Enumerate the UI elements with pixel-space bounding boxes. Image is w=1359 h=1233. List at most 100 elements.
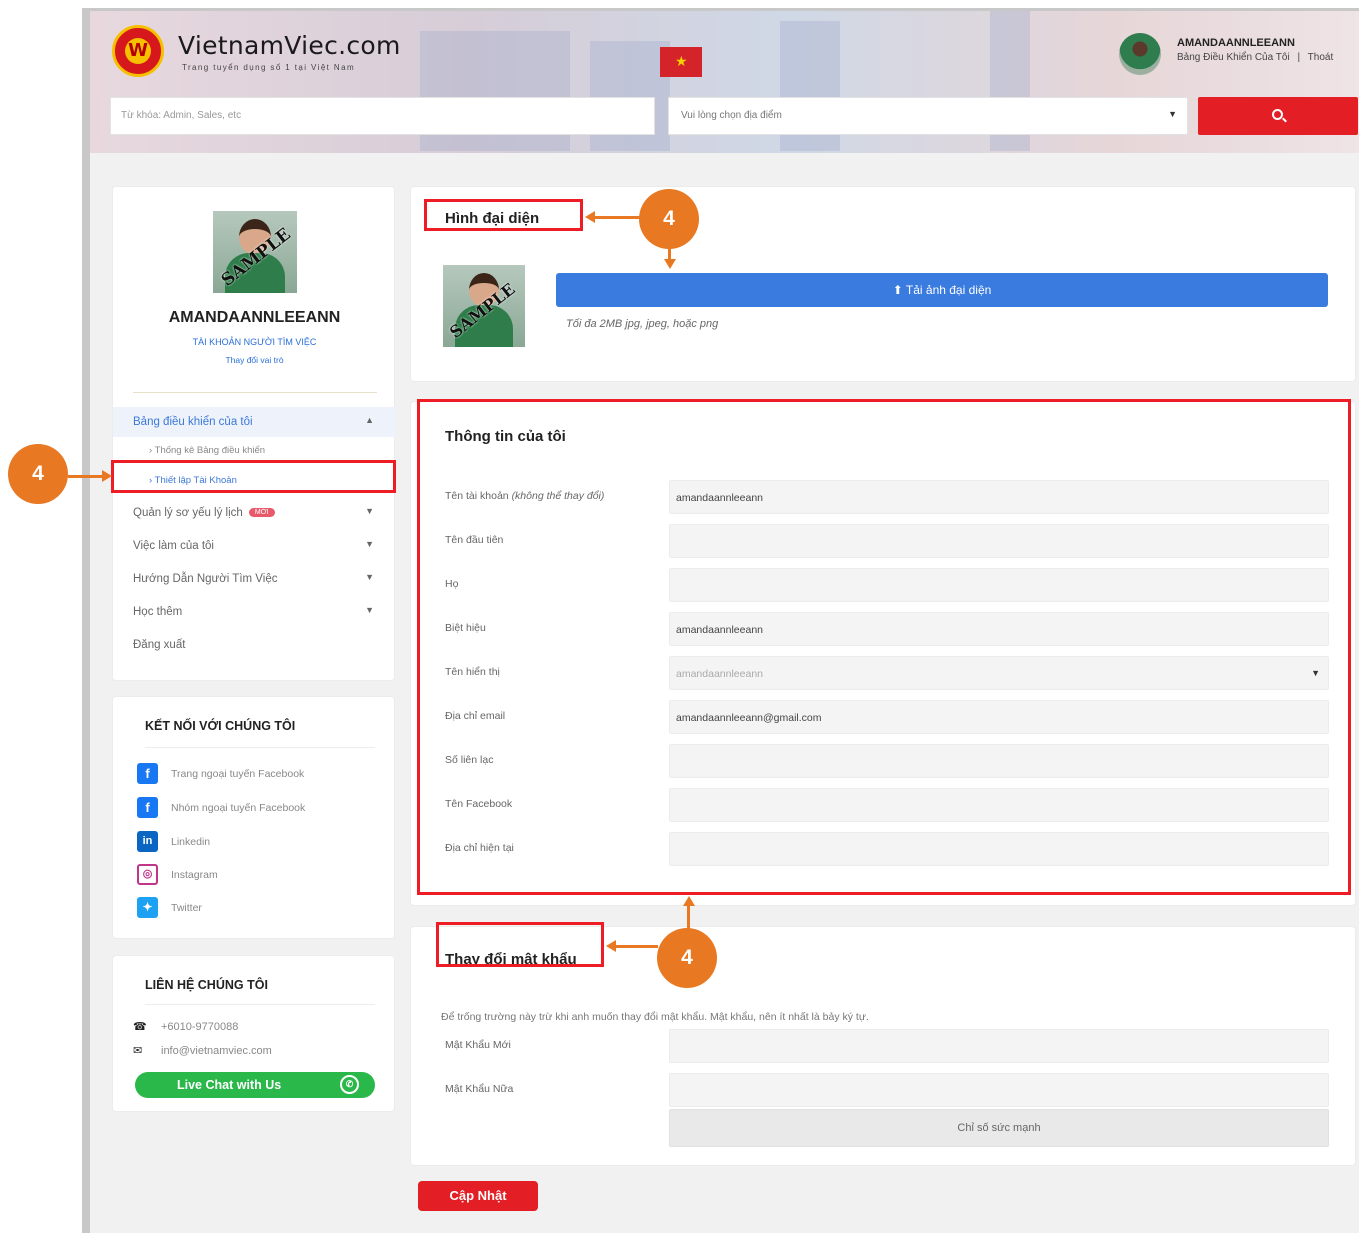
contact-email: ✉ info@vietnamviec.com (133, 1044, 272, 1057)
twitter-icon: ✦ (137, 897, 158, 918)
upload-avatar-button[interactable]: ⬆ Tải ảnh đại diện (556, 273, 1328, 307)
highlight-avatar-title (424, 199, 583, 231)
highlight-account-settings (111, 460, 396, 493)
sidebar-subitem-dashboard-stats[interactable]: › Thống kê Bảng điều khiển (149, 445, 265, 456)
social-link-label: Twitter (171, 902, 202, 914)
repeat-password-label: Mật Khẩu Nữa (445, 1083, 514, 1095)
chevron-down-icon: ▼ (365, 539, 374, 549)
sidebar-item-learn-more[interactable]: Học thêm ▼ (113, 597, 396, 627)
highlight-password-title (436, 922, 604, 967)
location-select[interactable]: Vui lòng chọn địa điểm ▼ (668, 97, 1188, 135)
social-link-instagram[interactable]: ◎ Instagram (137, 864, 387, 888)
social-link-label: Instagram (171, 869, 218, 881)
arrow-line (595, 216, 640, 219)
facebook-icon: f (137, 763, 158, 784)
site-header: ★ W VietnamViec.com Trang tuyển dụng số … (90, 11, 1359, 153)
profile-avatar: SAMPLE (213, 211, 297, 293)
vietnam-flag-icon: ★ (660, 47, 702, 77)
linkedin-icon: in (137, 831, 158, 852)
social-link-linkedin[interactable]: in Linkedin (137, 831, 387, 855)
update-button[interactable]: Cập Nhật (418, 1181, 538, 1211)
logo-emblem-icon: W (112, 25, 164, 77)
divider (133, 392, 377, 393)
arrow-head-right-icon (102, 470, 112, 482)
site-logo[interactable]: W VietnamViec.com Trang tuyển dụng số 1 … (112, 25, 412, 85)
highlight-my-info (417, 399, 1351, 895)
caret-down-icon: ▼ (1168, 109, 1177, 119)
sidebar-item-label: Hướng Dẫn Người Tìm Việc (133, 573, 278, 585)
account-type: TÀI KHOẢN NGƯỜI TÌM VIỆC (192, 337, 317, 347)
social-link-twitter[interactable]: ✦ Twitter (137, 897, 387, 921)
search-button[interactable] (1198, 97, 1358, 135)
live-chat-label: Live Chat with Us (177, 1078, 282, 1092)
sidebar-item-label: Quản lý sơ yếu lý lịch (133, 507, 243, 519)
password-strength-indicator: Chỉ số sức mạnh (669, 1109, 1329, 1147)
user-menu: AMANDAANNLEEANN Bảng Điều Khiển Của Tôi … (1119, 33, 1349, 79)
user-name: AMANDAANNLEEANN (1177, 37, 1295, 49)
sidebar-item-label: Bảng điều khiển của tôi (133, 416, 253, 428)
whatsapp-icon: ✆ (340, 1075, 359, 1094)
avatar[interactable] (1119, 33, 1161, 75)
new-badge: MỚI (248, 508, 275, 518)
social-link-facebook-group[interactable]: f Nhóm ngoại tuyến Facebook (137, 797, 387, 821)
repeat-password-field[interactable] (669, 1073, 1329, 1107)
profile-card: SAMPLE AMANDAANNLEEANN TÀI KHOẢN NGƯỜI T… (112, 186, 396, 681)
logout-link[interactable]: Thoát (1308, 52, 1334, 63)
avatar-preview: SAMPLE (443, 265, 525, 347)
social-link-label: Trang ngoại tuyến Facebook (171, 768, 305, 780)
location-select-placeholder: Vui lòng chọn địa điểm (681, 110, 782, 121)
callout-badge: 4 (639, 189, 699, 249)
upload-hint: Tối đa 2MB jpg, jpeg, hoặc png (566, 318, 719, 330)
sidebar-item-label: Học thêm (133, 606, 183, 618)
arrow-head-left-icon (585, 211, 595, 223)
divider (145, 747, 375, 748)
contact-phone: ☎ +6010-9770088 (133, 1020, 238, 1033)
arrow-line (616, 945, 658, 948)
callout-badge: 4 (657, 928, 717, 988)
connect-card: KẾT NỐI VỚI CHÚNG TÔI f Trang ngoại tuyế… (112, 696, 395, 939)
sidebar-item-resume[interactable]: Quản lý sơ yếu lý lịch MỚI ▼ (113, 498, 396, 528)
connect-title: KẾT NỐI VỚI CHÚNG TÔI (145, 719, 296, 733)
profile-name: AMANDAANNLEEANN (168, 309, 341, 326)
callout-badge: 4 (8, 444, 68, 504)
social-link-label: Linkedin (171, 836, 211, 848)
sidebar-item-dashboard[interactable]: Bảng điều khiển của tôi ▲ (113, 407, 396, 437)
arrow-head-left-icon (606, 940, 616, 952)
arrow-head-up-icon (683, 896, 695, 906)
live-chat-button[interactable]: Live Chat with Us ✆ (135, 1072, 375, 1098)
phone-number: +6010-9770088 (161, 1021, 239, 1033)
new-password-field[interactable] (669, 1029, 1329, 1063)
upload-icon: ⬆ (892, 283, 903, 297)
logo-name: VietnamViec.com (178, 31, 401, 60)
sidebar-item-label: Đăng xuất (133, 639, 186, 651)
upload-avatar-label: Tải ảnh đại diện (905, 283, 992, 297)
mail-icon: ✉ (133, 1045, 143, 1057)
contact-card: LIÊN HỆ CHÚNG TÔI ☎ +6010-9770088 ✉ info@v… (112, 955, 395, 1112)
keyword-search-input[interactable]: Từ khóa: Admin, Sales, etc (110, 97, 655, 135)
contact-title: LIÊN HỆ CHÚNG TÔI (145, 978, 268, 992)
chevron-down-icon: ▼ (365, 506, 374, 516)
sidebar-item-label: Việc làm của tôi (133, 540, 214, 552)
chevron-down-icon: ▼ (365, 605, 374, 615)
chevron-up-icon: ▲ (365, 415, 374, 425)
new-password-label: Mật Khẩu Mới (445, 1039, 511, 1051)
sidebar-item-logout[interactable]: Đăng xuất (113, 630, 396, 660)
sidebar-subitem-label: Thống kê Bảng điều khiển (154, 445, 266, 456)
social-link-facebook-page[interactable]: f Trang ngoại tuyến Facebook (137, 763, 387, 787)
social-link-label: Nhóm ngoại tuyến Facebook (171, 802, 306, 814)
divider (145, 1004, 375, 1005)
arrow-line (687, 905, 690, 929)
arrow-line (68, 475, 104, 478)
user-links: Bảng Điều Khiển Của Tôi | Thoát (1177, 52, 1333, 63)
sidebar-item-guide[interactable]: Hướng Dẫn Người Tìm Việc ▼ (113, 564, 396, 594)
link-separator: | (1297, 52, 1301, 63)
dashboard-link[interactable]: Bảng Điều Khiển Của Tôi (1177, 52, 1290, 63)
search-icon (1272, 109, 1283, 120)
facebook-group-icon: f (137, 797, 158, 818)
sidebar-item-my-jobs[interactable]: Việc làm của tôi ▼ (113, 531, 396, 561)
instagram-icon: ◎ (137, 864, 158, 885)
arrow-head-down-icon (664, 259, 676, 269)
chevron-down-icon: ▼ (365, 572, 374, 582)
change-role-link[interactable]: Thay đổi vai trò (113, 355, 396, 365)
logo-tagline: Trang tuyển dụng số 1 tại Việt Nam (182, 63, 356, 72)
